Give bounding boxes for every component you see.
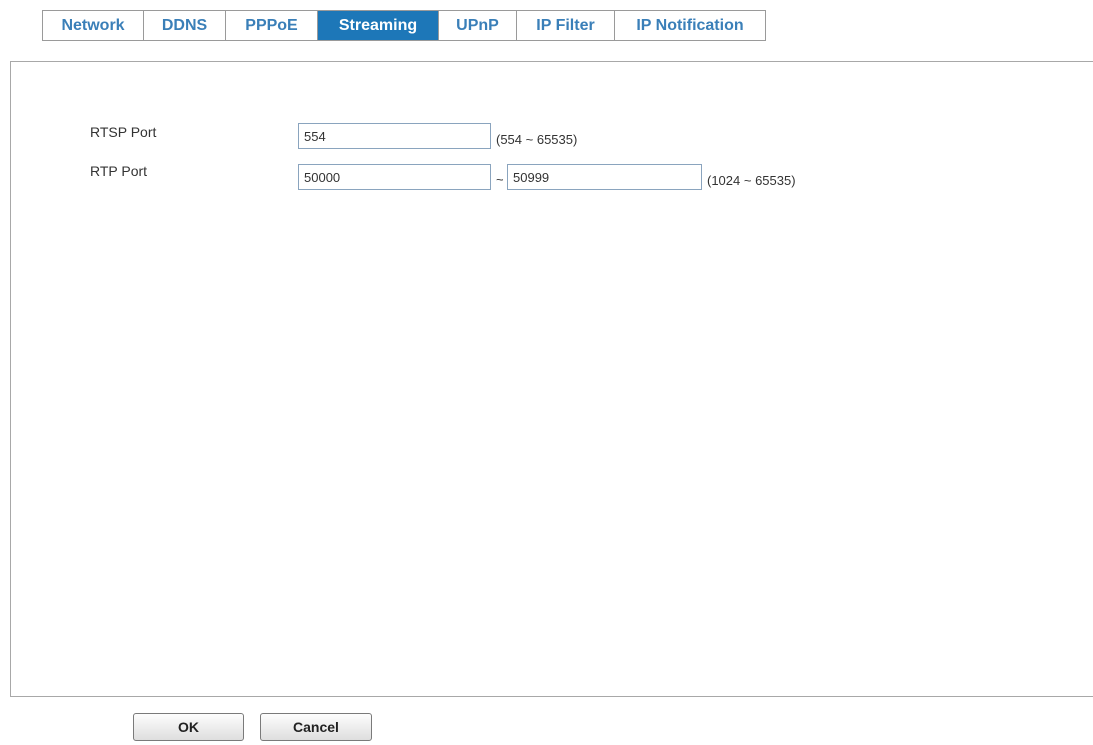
settings-tab-bar: Network DDNS PPPoE Streaming UPnP IP Fil… xyxy=(42,10,766,41)
rtsp-port-input[interactable] xyxy=(298,123,491,149)
cancel-button[interactable]: Cancel xyxy=(260,713,372,741)
tab-ip-filter[interactable]: IP Filter xyxy=(517,11,615,40)
tab-pppoe[interactable]: PPPoE xyxy=(226,11,318,40)
tab-upnp[interactable]: UPnP xyxy=(439,11,517,40)
rtp-port-range-separator: ~ xyxy=(496,172,504,187)
rtp-port-end-input[interactable] xyxy=(507,164,702,190)
tab-network[interactable]: Network xyxy=(43,11,144,40)
rtp-port-range-hint: (1024 ~ 65535) xyxy=(707,173,796,188)
tab-ddns[interactable]: DDNS xyxy=(144,11,226,40)
rtsp-port-label: RTSP Port xyxy=(90,124,157,140)
streaming-settings-panel: RTSP Port (554 ~ 65535) RTP Port ~ (1024… xyxy=(10,61,1093,697)
tab-ip-notification[interactable]: IP Notification xyxy=(615,11,765,40)
rtp-port-label: RTP Port xyxy=(90,163,148,179)
rtp-port-start-input[interactable] xyxy=(298,164,491,190)
streaming-settings-page: Network DDNS PPPoE Streaming UPnP IP Fil… xyxy=(0,0,1093,745)
rtsp-port-range-hint: (554 ~ 65535) xyxy=(496,132,578,147)
ok-button[interactable]: OK xyxy=(133,713,244,741)
tab-streaming[interactable]: Streaming xyxy=(318,11,439,40)
